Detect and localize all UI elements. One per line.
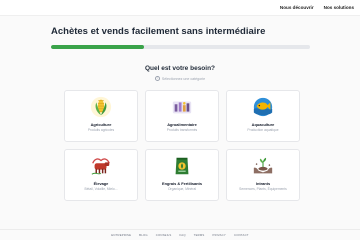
cow-icon [91, 158, 110, 175]
footer-link-faq[interactable]: FAQ [180, 233, 186, 237]
progress-bar [51, 45, 310, 49]
category-sub: Semences, Plants, Équipements [239, 187, 287, 191]
category-sub: Production aquatique [247, 128, 279, 132]
footer-link-blog[interactable]: BLOG [139, 233, 148, 237]
category-card-aquaculture[interactable]: Aquaculture Production aquatique [226, 90, 300, 142]
category-card-elevage[interactable]: Élevage Bétail, Volaille, Mielo... [64, 149, 138, 201]
footer-link-entreprise[interactable]: ENTREPRISE [111, 233, 131, 237]
category-card-agriculture[interactable]: Agriculture Produits agricoles [64, 90, 138, 142]
progress-fill [51, 45, 145, 49]
category-label: Agriculture [90, 122, 112, 127]
category-card-engrais[interactable]: Engrais & Fertilisants Organique, Minéra… [145, 149, 219, 201]
nav-link-solutions[interactable]: Nos solutions [324, 5, 354, 10]
footer: ENTREPRISE BLOG CONSEILS FAQ TERMS PRIVA… [0, 229, 360, 240]
factory-icon [172, 101, 192, 114]
category-hint-text: Sélectionnez une catégorie [161, 76, 206, 81]
category-label: Engrais & Fertilisants [162, 181, 202, 186]
category-sub: Produits transformés [166, 128, 198, 132]
footer-link-conseils[interactable]: CONSEILS [156, 233, 172, 237]
info-icon: i [154, 76, 160, 81]
category-label: Agroalimentaire [167, 122, 197, 127]
category-grid: Agriculture Produits agricoles Agroalime… [64, 90, 300, 201]
category-sub: Produits agricoles [87, 128, 115, 132]
footer-link-terms[interactable]: TERMS [194, 233, 205, 237]
category-label: Aquaculture [251, 122, 275, 127]
footer-link-contact[interactable]: CONTACT [234, 233, 249, 237]
fertilizer-bag-icon [175, 157, 189, 175]
category-sub: Bétail, Volaille, Mielo... [84, 187, 118, 191]
seedling-hands-icon [253, 157, 273, 174]
nav-link-discover[interactable]: Nous découvrir [280, 5, 314, 10]
category-card-intrants[interactable]: Intrants Semences, Plants, Équipements [226, 149, 300, 201]
category-hint: i Sélectionnez une catégorie [0, 76, 360, 81]
footer-link-privacy[interactable]: PRIVACY [213, 233, 226, 237]
top-navbar: Nous découvrir Nos solutions [0, 0, 360, 16]
corn-icon [90, 96, 112, 118]
page-title: Achètes et vends facilement sans intermé… [51, 26, 266, 37]
category-sub: Organique, Minéral [167, 187, 197, 191]
category-label: Intrants [255, 181, 271, 186]
fish-icon [253, 97, 273, 117]
question-heading: Quel est votre besoin? [144, 65, 216, 72]
category-card-agroalimentaire[interactable]: Agroalimentaire Produits transformés [145, 90, 219, 142]
category-label: Élevage [93, 181, 109, 186]
